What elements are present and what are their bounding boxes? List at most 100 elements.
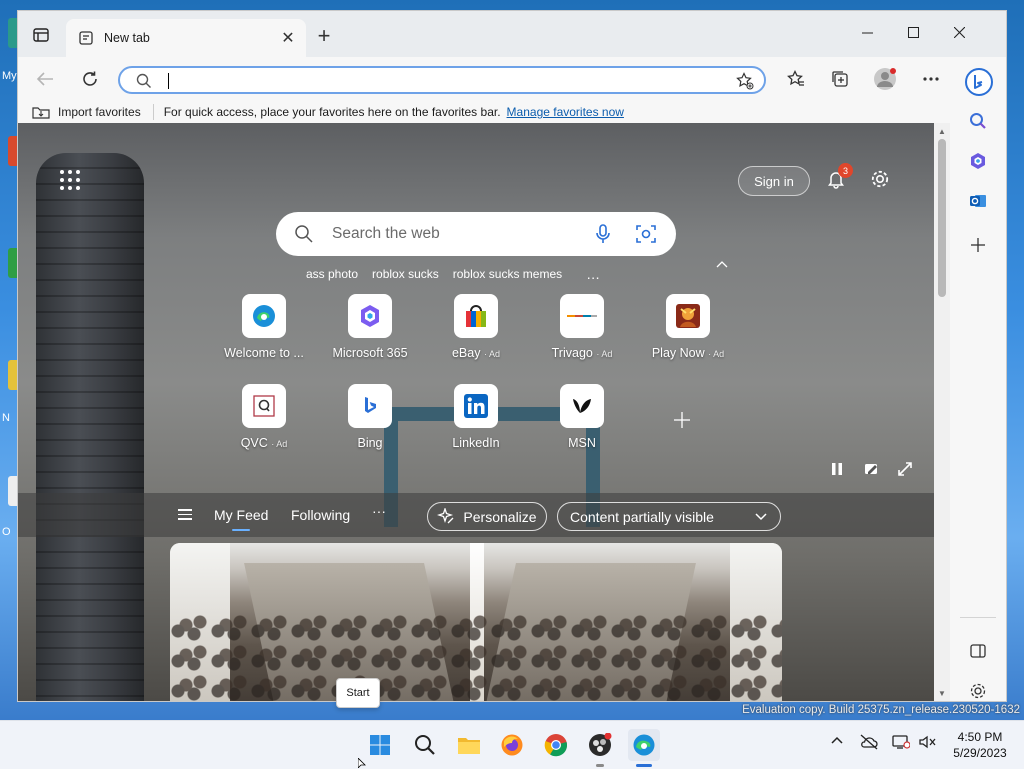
desktop-icon-label: My xyxy=(2,70,17,82)
quick-link-tile[interactable]: eBay · Ad xyxy=(421,294,531,360)
collapse-quick-links-icon[interactable] xyxy=(716,257,728,271)
content-visibility-dropdown[interactable]: Content partially visible xyxy=(557,502,781,531)
chrome-button[interactable] xyxy=(540,729,572,761)
hide-sidebar-button[interactable] xyxy=(964,637,992,665)
add-quick-link-button[interactable] xyxy=(674,407,690,435)
microphone-icon[interactable] xyxy=(594,224,612,247)
quick-link-tile[interactable]: QVC · Ad xyxy=(209,384,319,450)
quick-link-tile[interactable]: Welcome to ... xyxy=(209,294,319,360)
trivago-icon xyxy=(560,294,604,338)
address-bar[interactable] xyxy=(118,66,766,94)
game-icon xyxy=(666,294,710,338)
trending-item[interactable]: ass photo xyxy=(306,267,358,281)
microsoft-365-icon xyxy=(971,153,985,169)
quick-link-tile[interactable]: Trivago · Ad xyxy=(527,294,637,360)
scroll-up-icon[interactable]: ▲ xyxy=(934,125,950,137)
start-button[interactable] xyxy=(364,729,396,761)
navigation-toolbar xyxy=(18,57,1006,101)
feed-menu-icon[interactable] xyxy=(178,509,192,523)
taskbar: 4:50 PM 5/29/2023 xyxy=(0,720,1024,769)
quick-link-tile[interactable]: Bing xyxy=(315,384,425,450)
sparkle-pencil-icon xyxy=(437,507,454,523)
tab-following[interactable]: Following xyxy=(291,507,350,523)
system-clock[interactable]: 4:50 PM 5/29/2023 xyxy=(942,729,1018,761)
favorites-bar: Import favorites For quick access, place… xyxy=(18,101,950,123)
clock-time: 4:50 PM xyxy=(957,730,1003,744)
minimize-button[interactable] xyxy=(844,21,890,43)
more-dots-icon xyxy=(923,77,939,81)
pause-background-button[interactable] xyxy=(830,462,844,479)
firefox-button[interactable] xyxy=(496,729,528,761)
profile-button[interactable] xyxy=(870,65,900,93)
expand-background-button[interactable] xyxy=(898,462,912,479)
personalize-button[interactable]: Personalize xyxy=(427,502,547,531)
app-launcher-icon[interactable] xyxy=(60,170,80,190)
edge-button[interactable] xyxy=(628,729,660,767)
add-favorite-icon[interactable] xyxy=(736,72,754,93)
tab-my-feed[interactable]: My Feed xyxy=(214,507,268,531)
new-tab-button[interactable]: + xyxy=(310,23,338,49)
bing-icon xyxy=(348,384,392,428)
quick-link-label: Bing xyxy=(357,436,383,450)
tab-actions-button[interactable] xyxy=(27,23,55,47)
trending-item[interactable]: roblox sucks xyxy=(372,267,439,281)
network-tray-button[interactable] xyxy=(892,734,911,753)
outlook-icon xyxy=(970,195,986,207)
bing-chat-button[interactable] xyxy=(964,67,994,97)
linkedin-icon xyxy=(454,384,498,428)
show-hidden-icons-button[interactable] xyxy=(830,734,844,751)
settings-more-button[interactable] xyxy=(916,65,946,93)
sidebar-settings-button[interactable] xyxy=(964,677,992,701)
manage-favorites-link[interactable]: Manage favorites now xyxy=(507,105,624,119)
trending-more-button[interactable]: … xyxy=(586,266,600,282)
volume-tray-button[interactable] xyxy=(918,734,936,753)
edge-sidebar xyxy=(950,57,1006,701)
refresh-button[interactable] xyxy=(75,65,105,93)
obs-icon xyxy=(589,733,612,756)
edit-background-button[interactable] xyxy=(864,462,879,479)
import-favorites-button[interactable]: Import favorites xyxy=(32,105,141,119)
quick-link-tile[interactable]: MSN xyxy=(527,384,637,450)
scrollbar-thumb[interactable] xyxy=(938,139,946,297)
chrome-icon xyxy=(544,734,568,757)
web-search-box[interactable]: Search the web xyxy=(276,212,676,256)
ad-label: · Ad xyxy=(271,439,288,449)
sidebar-outlook-button[interactable] xyxy=(964,187,992,215)
tab-title: New tab xyxy=(104,31,150,45)
file-explorer-button[interactable] xyxy=(453,729,485,761)
address-input[interactable] xyxy=(170,71,714,93)
edit-image-icon xyxy=(865,464,877,474)
quick-link-tile[interactable]: Microsoft 365 xyxy=(315,294,425,360)
collections-button[interactable] xyxy=(825,65,855,93)
back-button[interactable] xyxy=(30,65,60,93)
close-window-button[interactable] xyxy=(936,21,982,43)
sidebar-add-button[interactable] xyxy=(964,231,992,259)
maximize-button[interactable] xyxy=(890,21,936,43)
sign-in-button[interactable]: Sign in xyxy=(738,166,810,196)
vertical-scrollbar[interactable]: ▲ ▼ xyxy=(934,123,950,701)
sidebar-office-button[interactable] xyxy=(964,147,992,175)
page-settings-button[interactable] xyxy=(870,169,890,192)
notifications-button[interactable]: 3 xyxy=(826,163,853,192)
favorites-icon xyxy=(787,70,804,86)
onedrive-tray-button[interactable] xyxy=(860,734,878,753)
visual-search-icon[interactable] xyxy=(636,224,656,247)
active-indicator xyxy=(636,764,652,767)
quick-link-tile[interactable]: Play Now · Ad xyxy=(633,294,743,360)
background-tower xyxy=(36,153,144,701)
search-button[interactable] xyxy=(409,729,441,761)
quick-link-tile[interactable]: LinkedIn xyxy=(421,384,531,450)
plus-icon xyxy=(971,238,985,252)
close-tab-icon[interactable]: ✕ xyxy=(276,26,300,50)
ad-label: · Ad xyxy=(483,349,500,359)
favorites-button[interactable] xyxy=(781,65,811,93)
pause-icon xyxy=(832,463,842,475)
scroll-down-icon[interactable]: ▼ xyxy=(934,687,950,699)
feed-hero-image[interactable] xyxy=(170,543,782,701)
search-icon xyxy=(294,224,314,247)
feed-more-button[interactable]: ··· xyxy=(372,503,386,519)
obs-button[interactable] xyxy=(584,729,616,767)
sidebar-search-button[interactable] xyxy=(964,107,992,135)
tab-new-tab[interactable]: New tab ✕ xyxy=(66,19,306,57)
trending-item[interactable]: roblox sucks memes xyxy=(453,267,562,281)
